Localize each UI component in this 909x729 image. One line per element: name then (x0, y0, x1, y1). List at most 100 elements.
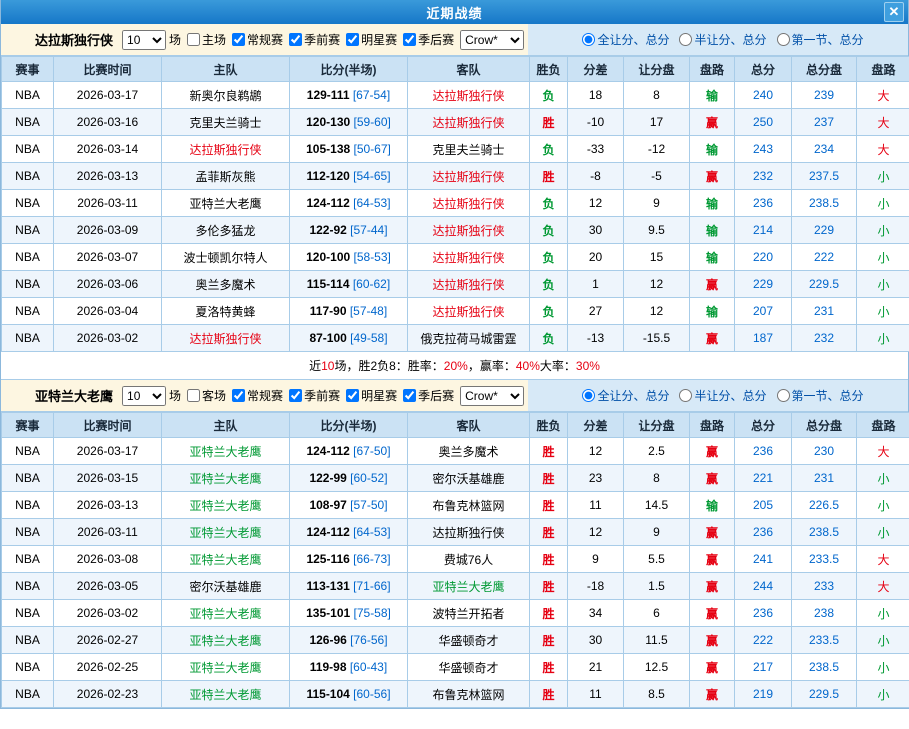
filter-checkbox[interactable]: 常规赛 (228, 389, 283, 403)
handicap-result-cell: 输 (690, 244, 735, 271)
scope-radio[interactable]: 全让分、总分 (578, 31, 669, 48)
scope-radio-input[interactable] (777, 389, 790, 402)
score-cell: 112-120 [54-65] (290, 163, 408, 190)
filter-checkbox-input[interactable] (232, 33, 245, 46)
handicap-result-cell: 赢 (690, 163, 735, 190)
filter-checkbox-input[interactable] (403, 389, 416, 402)
handicap-cell: 6 (624, 600, 690, 627)
filter-checkbox-input[interactable] (232, 389, 245, 402)
handicap-result-cell: 输 (690, 136, 735, 163)
diff-cell: 30 (568, 217, 624, 244)
handicap-result-cell: 输 (690, 492, 735, 519)
filter-checkbox[interactable]: 主场 (183, 33, 226, 47)
diff-cell: 12 (568, 438, 624, 465)
diff-cell: 18 (568, 82, 624, 109)
ou-cell: 小 (857, 519, 909, 546)
total-line-cell: 222 (792, 244, 857, 271)
game-row: NBA2026-03-04夏洛特黄蜂117-90 [57-48]达拉斯独行侠负2… (2, 298, 909, 325)
handicap-result-cell: 赢 (690, 271, 735, 298)
games-count-select[interactable]: 10 (122, 386, 166, 406)
total-cell: 244 (735, 573, 792, 600)
filter-checkbox-input[interactable] (346, 33, 359, 46)
filter-checkbox-input[interactable] (187, 389, 200, 402)
score-cell: 129-111 [67-54] (290, 82, 408, 109)
scope-radio-input[interactable] (582, 33, 595, 46)
close-icon[interactable]: ✕ (884, 2, 904, 22)
result-cell: 胜 (530, 600, 568, 627)
result-cell: 负 (530, 244, 568, 271)
home-team-cell: 亚特兰大老鹰 (162, 465, 290, 492)
home-team-cell: 亚特兰大老鹰 (162, 190, 290, 217)
diff-cell: -13 (568, 325, 624, 352)
record-summary: 近 10 场，胜2负8：胜率：20%，赢率：40% 大率：30% (1, 352, 908, 380)
scope-radio-input[interactable] (582, 389, 595, 402)
away-team-cell: 俄克拉荷马城雷霆 (408, 325, 530, 352)
odds-source-select[interactable]: Crow* (460, 386, 524, 406)
scope-radio[interactable]: 第一节、总分 (773, 387, 864, 404)
ou-cell: 小 (857, 325, 909, 352)
total-line-cell: 238.5 (792, 654, 857, 681)
home-team-cell: 亚特兰大老鹰 (162, 519, 290, 546)
diff-cell: -18 (568, 573, 624, 600)
ou-cell: 小 (857, 271, 909, 298)
scope-radio-input[interactable] (679, 33, 692, 46)
result-cell: 负 (530, 325, 568, 352)
diff-cell: 12 (568, 190, 624, 217)
home-team-cell: 波士顿凯尔特人 (162, 244, 290, 271)
column-header: 分差 (568, 413, 624, 438)
filter-checkbox[interactable]: 季后赛 (399, 33, 454, 47)
game-row: NBA2026-03-06奥兰多魔术115-114 [60-62]达拉斯独行侠负… (2, 271, 909, 298)
filter-checkbox-input[interactable] (289, 33, 302, 46)
diff-cell: 21 (568, 654, 624, 681)
home-team-cell: 奥兰多魔术 (162, 271, 290, 298)
league-cell: NBA (2, 681, 54, 708)
filter-checkbox-input[interactable] (346, 389, 359, 402)
handicap-result-cell: 赢 (690, 573, 735, 600)
filter-checkbox[interactable]: 客场 (183, 389, 226, 403)
handicap-result-cell: 输 (690, 190, 735, 217)
total-cell: 219 (735, 681, 792, 708)
filter-checkbox[interactable]: 常规赛 (228, 33, 283, 47)
total-cell: 217 (735, 654, 792, 681)
away-team-cell: 达拉斯独行侠 (408, 271, 530, 298)
filter-checkbox-input[interactable] (289, 389, 302, 402)
filter-checkbox[interactable]: 明星赛 (342, 389, 397, 403)
column-header: 盘路 (690, 413, 735, 438)
odds-source-select[interactable]: Crow* (460, 30, 524, 50)
scope-radio-input[interactable] (679, 389, 692, 402)
ou-cell: 大 (857, 109, 909, 136)
scope-radio[interactable]: 第一节、总分 (773, 31, 864, 48)
games-count-select[interactable]: 10 (122, 30, 166, 50)
games-count-suffix: 场 (169, 31, 181, 48)
filter-checkbox[interactable]: 明星赛 (342, 33, 397, 47)
date-cell: 2026-03-04 (54, 298, 162, 325)
league-cell: NBA (2, 109, 54, 136)
scope-radio-input[interactable] (777, 33, 790, 46)
scope-radio[interactable]: 半让分、总分 (675, 387, 766, 404)
filter-checkbox[interactable]: 季前赛 (285, 33, 340, 47)
scope-radio[interactable]: 全让分、总分 (578, 387, 669, 404)
game-row: NBA2026-03-11亚特兰大老鹰124-112 [64-53]达拉斯独行侠… (2, 519, 909, 546)
result-cell: 负 (530, 136, 568, 163)
scope-radio[interactable]: 半让分、总分 (675, 31, 766, 48)
filter-checkbox-input[interactable] (403, 33, 416, 46)
column-header: 胜负 (530, 413, 568, 438)
diff-cell: 20 (568, 244, 624, 271)
handicap-cell: 5.5 (624, 546, 690, 573)
summary-segment: 场，胜2负8：胜率： (334, 357, 443, 374)
diff-cell: -10 (568, 109, 624, 136)
home-team-cell: 亚特兰大老鹰 (162, 681, 290, 708)
filter-checkbox[interactable]: 季后赛 (399, 389, 454, 403)
results-table-1: 赛事比赛时间主队比分(半场)客队胜负分差让分盘盘路总分总分盘盘路 NBA2026… (1, 56, 909, 352)
dialog-title: 近期战绩 (426, 3, 482, 22)
handicap-cell: 17 (624, 109, 690, 136)
filter-checkbox-input[interactable] (187, 33, 200, 46)
column-header: 赛事 (2, 57, 54, 82)
date-cell: 2026-03-07 (54, 244, 162, 271)
score-cell: 120-130 [59-60] (290, 109, 408, 136)
away-team-cell: 达拉斯独行侠 (408, 82, 530, 109)
total-cell: 220 (735, 244, 792, 271)
column-header: 主队 (162, 413, 290, 438)
total-cell: 214 (735, 217, 792, 244)
filter-checkbox[interactable]: 季前赛 (285, 389, 340, 403)
